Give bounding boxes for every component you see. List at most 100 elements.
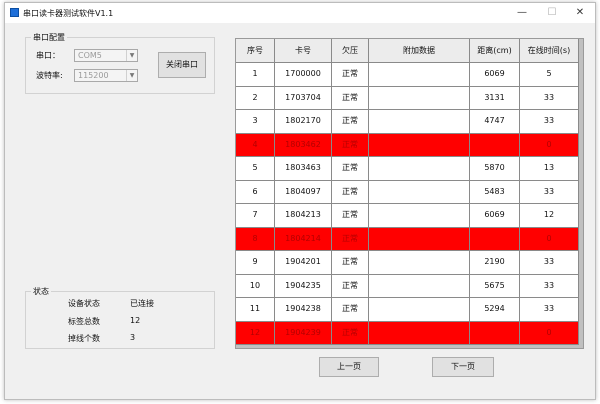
table-cell[interactable]: 1703704 [275, 86, 332, 110]
table-cell[interactable]: 1803462 [275, 133, 332, 157]
column-header[interactable]: 附加数据 [369, 39, 470, 63]
maximize-button[interactable]: ☐ [537, 5, 567, 21]
table-cell[interactable] [470, 321, 520, 345]
table-cell[interactable]: 1904201 [275, 251, 332, 275]
table-cell[interactable]: 6 [236, 180, 275, 204]
device-status-label: 设备状态 [68, 299, 100, 308]
table-cell[interactable]: 正常 [332, 63, 369, 87]
table-cell[interactable]: 1804213 [275, 204, 332, 228]
table-cell[interactable]: 33 [520, 274, 579, 298]
table-cell[interactable] [369, 204, 470, 228]
table-cell[interactable] [369, 63, 470, 87]
table-cell[interactable] [369, 227, 470, 251]
window-title: 串口读卡器测试软件V1.1 [23, 9, 114, 18]
table-cell[interactable]: 正常 [332, 321, 369, 345]
prev-page-button[interactable]: 上一页 [319, 357, 379, 377]
table-cell[interactable]: 1904239 [275, 321, 332, 345]
tag-total-value: 12 [130, 316, 141, 325]
table-cell[interactable]: 正常 [332, 86, 369, 110]
column-header[interactable]: 卡号 [275, 39, 332, 63]
table-cell[interactable]: 1803463 [275, 157, 332, 181]
table-cell[interactable]: 3131 [470, 86, 520, 110]
table-cell[interactable]: 13 [520, 157, 579, 181]
table-cell[interactable]: 正常 [332, 180, 369, 204]
table-cell[interactable] [369, 251, 470, 275]
table-cell[interactable]: 33 [520, 86, 579, 110]
table-cell[interactable]: 7 [236, 204, 275, 228]
table-cell[interactable]: 正常 [332, 133, 369, 157]
table-cell[interactable] [369, 180, 470, 204]
table-cell[interactable]: 3 [236, 110, 275, 134]
table-cell[interactable]: 1 [236, 63, 275, 87]
table-cell[interactable] [470, 227, 520, 251]
table-cell[interactable]: 0 [520, 133, 579, 157]
table-cell[interactable]: 4747 [470, 110, 520, 134]
table-cell[interactable]: 正常 [332, 157, 369, 181]
table-cell[interactable]: 11 [236, 298, 275, 322]
table-cell[interactable]: 2 [236, 86, 275, 110]
table-cell[interactable]: 1700000 [275, 63, 332, 87]
table-cell[interactable]: 12 [520, 204, 579, 228]
title-bar: 串口读卡器测试软件V1.1 — ☐ ✕ [5, 3, 595, 23]
table-cell[interactable]: 5870 [470, 157, 520, 181]
offline-count-label: 掉线个数 [68, 334, 100, 343]
serial-config-group: 串口配置 串口： COM5 ▼ 波特率: 115200 ▼ 关闭串口 [25, 32, 215, 94]
table-cell[interactable]: 10 [236, 274, 275, 298]
chevron-down-icon[interactable]: ▼ [126, 70, 137, 81]
table-cell[interactable]: 1804097 [275, 180, 332, 204]
data-grid[interactable]: 序号 卡号 欠压 附加数据 距离(cm) 在线时间(s) 1 1700000 正常 6069 5 2 1… [235, 38, 584, 349]
table-cell[interactable]: 正常 [332, 110, 369, 134]
table-cell[interactable]: 6069 [470, 204, 520, 228]
table-cell[interactable]: 8 [236, 227, 275, 251]
column-header[interactable]: 在线时间(s) [520, 39, 579, 63]
baud-select[interactable]: 115200 ▼ [74, 69, 138, 82]
table-cell[interactable] [369, 86, 470, 110]
table-cell[interactable]: 2190 [470, 251, 520, 275]
baud-label: 波特率: [36, 71, 63, 80]
table-cell[interactable]: 正常 [332, 274, 369, 298]
table-cell[interactable]: 33 [520, 251, 579, 275]
close-button[interactable]: ✕ [565, 5, 595, 21]
table-cell[interactable]: 1804214 [275, 227, 332, 251]
table-cell[interactable]: 5483 [470, 180, 520, 204]
table-cell[interactable] [369, 321, 470, 345]
chevron-down-icon[interactable]: ▼ [126, 50, 137, 61]
table-cell[interactable] [369, 157, 470, 181]
table-cell[interactable]: 5 [236, 157, 275, 181]
table-cell[interactable] [369, 133, 470, 157]
table-cell[interactable]: 0 [520, 321, 579, 345]
table-cell[interactable]: 0 [520, 227, 579, 251]
table-cell[interactable] [369, 274, 470, 298]
table-cell[interactable]: 33 [520, 298, 579, 322]
table-cell[interactable]: 9 [236, 251, 275, 275]
table-cell[interactable]: 正常 [332, 298, 369, 322]
table-cell[interactable]: 5294 [470, 298, 520, 322]
table-cell[interactable]: 正常 [332, 204, 369, 228]
table-cell[interactable]: 正常 [332, 227, 369, 251]
table-cell[interactable]: 1904235 [275, 274, 332, 298]
port-select[interactable]: COM5 ▼ [74, 49, 138, 62]
table-cell[interactable]: 5675 [470, 274, 520, 298]
column-header[interactable]: 距离(cm) [470, 39, 520, 63]
app-icon [10, 8, 19, 17]
table-cell[interactable] [369, 298, 470, 322]
table-cell[interactable]: 正常 [332, 251, 369, 275]
column-header[interactable]: 欠压 [332, 39, 369, 63]
table-cell[interactable]: 33 [520, 180, 579, 204]
table-cell[interactable] [369, 110, 470, 134]
table-cell[interactable]: 33 [520, 110, 579, 134]
table-cell[interactable] [470, 133, 520, 157]
table-cell[interactable]: 1904238 [275, 298, 332, 322]
port-value: COM5 [78, 51, 102, 60]
table-cell[interactable]: 1802170 [275, 110, 332, 134]
minimize-button[interactable]: — [507, 5, 537, 21]
table-cell[interactable]: 5 [520, 63, 579, 87]
table-cell[interactable]: 12 [236, 321, 275, 345]
table-cell[interactable]: 4 [236, 133, 275, 157]
column-header[interactable]: 序号 [236, 39, 275, 63]
close-port-button[interactable]: 关闭串口 [158, 52, 206, 78]
status-title: 状态 [31, 286, 51, 297]
baud-value: 115200 [78, 71, 109, 80]
next-page-button[interactable]: 下一页 [432, 357, 494, 377]
table-cell[interactable]: 6069 [470, 63, 520, 87]
